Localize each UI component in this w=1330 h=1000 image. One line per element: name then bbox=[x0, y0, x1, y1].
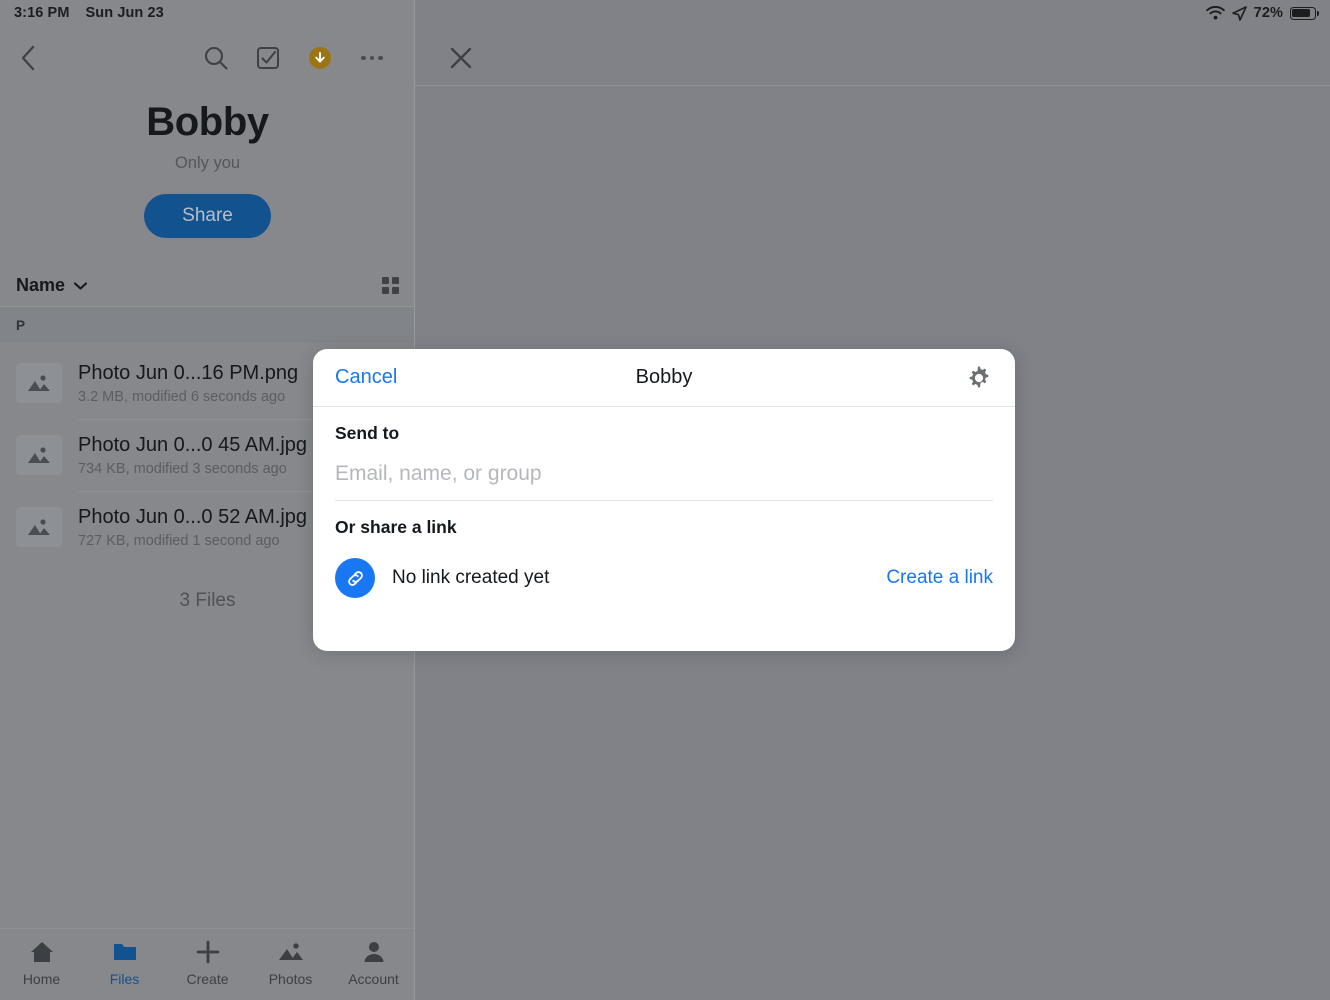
battery-fill bbox=[1292, 8, 1310, 18]
select-button[interactable] bbox=[253, 43, 283, 73]
file-name: Photo Jun 0...0 45 AM.jpg bbox=[78, 434, 308, 456]
file-meta-text: 3.2 MB, modified 6 seconds ago bbox=[78, 389, 286, 405]
create-link-button[interactable]: Create a link bbox=[886, 567, 993, 589]
location-arrow-icon bbox=[1231, 5, 1247, 21]
tab-label: Home bbox=[22, 971, 61, 987]
download-circle-icon bbox=[309, 47, 331, 69]
tab-label: Create bbox=[186, 971, 229, 987]
photos-icon bbox=[278, 943, 303, 960]
file-meta-text: 734 KB, modified 3 seconds ago bbox=[78, 461, 287, 477]
file-name: Photo Jun 0...0 52 AM.jpg bbox=[78, 506, 308, 528]
link-chain-icon bbox=[335, 558, 375, 598]
status-bar: 3:16 PM Sun Jun 23 72% bbox=[0, 0, 1330, 26]
tab-label: Account bbox=[348, 971, 399, 987]
search-icon bbox=[204, 46, 228, 70]
checkbox-select-icon bbox=[257, 47, 279, 69]
image-thumbnail-icon bbox=[16, 435, 62, 475]
image-thumbnail-icon bbox=[16, 507, 62, 547]
battery-icon bbox=[1290, 6, 1319, 20]
detail-pane-separator bbox=[415, 85, 1330, 86]
back-button[interactable] bbox=[0, 34, 56, 82]
more-options-button[interactable] bbox=[357, 43, 387, 73]
sidebar-toolbar-actions bbox=[201, 43, 415, 73]
status-time: 3:16 PM bbox=[14, 5, 70, 21]
folder-visibility: Only you bbox=[174, 154, 241, 172]
share-link-label: Or share a link bbox=[335, 517, 457, 537]
image-thumbnail-icon bbox=[16, 363, 62, 403]
recipient-input[interactable] bbox=[335, 456, 993, 500]
home-icon bbox=[30, 942, 53, 962]
section-header: P bbox=[0, 307, 415, 343]
more-horizontal-icon bbox=[361, 55, 383, 61]
image-glyph-icon bbox=[28, 447, 50, 463]
status-indicators: 72% bbox=[1205, 5, 1319, 21]
tab-home[interactable]: Home bbox=[0, 940, 83, 987]
tab-account[interactable]: Account bbox=[332, 940, 415, 987]
person-icon bbox=[364, 942, 383, 962]
folder-hero: Bobby Only you Share bbox=[0, 100, 415, 238]
settings-button[interactable] bbox=[963, 363, 993, 393]
page-title: Bobby bbox=[146, 100, 269, 144]
folder-icon bbox=[113, 944, 136, 960]
send-to-label: Send to bbox=[335, 423, 400, 443]
app-root: Bobby Only you Share Name P Photo Jun 0.… bbox=[0, 0, 1330, 1000]
file-meta-text: 727 KB, modified 1 second ago bbox=[78, 533, 280, 549]
wifi-icon bbox=[1205, 6, 1225, 20]
file-info: Photo Jun 0...0 45 AM.jpg 734 KB, modifi… bbox=[78, 433, 307, 477]
plus-icon bbox=[196, 940, 219, 964]
bottom-tab-bar: Home Files Create Photos Account bbox=[0, 928, 415, 1000]
share-button[interactable]: Share bbox=[144, 194, 271, 238]
close-button[interactable] bbox=[441, 38, 481, 78]
download-button[interactable] bbox=[305, 43, 335, 73]
tab-create[interactable]: Create bbox=[166, 940, 249, 987]
link-row: No link created yet Create a link bbox=[313, 538, 1015, 598]
sort-row: Name bbox=[0, 265, 415, 307]
image-glyph-icon bbox=[28, 375, 50, 391]
tab-photos[interactable]: Photos bbox=[249, 940, 332, 987]
cancel-button[interactable]: Cancel bbox=[335, 366, 397, 389]
file-info: Photo Jun 0...0 52 AM.jpg 727 KB, modifi… bbox=[78, 505, 307, 549]
share-modal: Cancel Bobby Send to Or share a link No … bbox=[313, 349, 1015, 651]
file-info: Photo Jun 0...16 PM.png 3.2 MB, modified… bbox=[78, 361, 298, 405]
tab-label: Files bbox=[109, 971, 140, 987]
tab-files[interactable]: Files bbox=[83, 940, 166, 987]
file-name: Photo Jun 0...16 PM.png bbox=[78, 362, 299, 384]
chain-glyph-icon bbox=[347, 570, 363, 586]
tab-label: Photos bbox=[268, 971, 313, 987]
modal-header: Cancel Bobby bbox=[313, 349, 1015, 407]
sort-label[interactable]: Name bbox=[16, 275, 65, 296]
battery-percent: 72% bbox=[1253, 5, 1283, 21]
grid-view-icon[interactable] bbox=[382, 277, 399, 294]
download-arrow-icon bbox=[315, 51, 325, 63]
link-status-text: No link created yet bbox=[392, 567, 550, 588]
image-glyph-icon bbox=[28, 519, 50, 535]
search-button[interactable] bbox=[201, 43, 231, 73]
modal-title: Bobby bbox=[635, 366, 693, 388]
chevron-left-icon bbox=[21, 45, 35, 71]
chevron-down-icon[interactable] bbox=[74, 281, 88, 290]
gear-icon bbox=[969, 366, 989, 387]
close-x-icon bbox=[450, 47, 472, 69]
sidebar-toolbar bbox=[0, 34, 415, 82]
status-date: Sun Jun 23 bbox=[85, 5, 164, 21]
